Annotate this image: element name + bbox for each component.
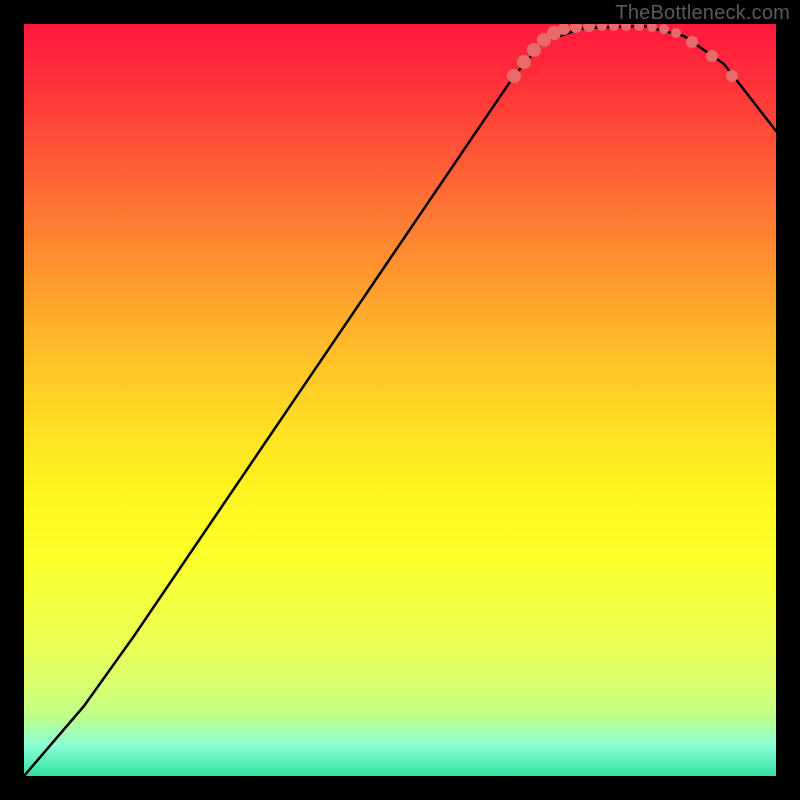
curve-marker	[507, 69, 521, 83]
curve-marker	[597, 24, 607, 31]
curve-marker	[621, 24, 631, 31]
curve-marker	[686, 36, 698, 48]
marker-layer	[507, 24, 738, 83]
curve-marker	[527, 43, 541, 57]
curve-marker	[659, 24, 669, 34]
curve-marker	[647, 24, 657, 32]
curve-marker	[726, 70, 738, 82]
curve-marker	[517, 55, 531, 69]
curve-marker	[634, 24, 644, 31]
curve-marker	[583, 24, 595, 32]
chart-svg	[24, 24, 776, 776]
curve-path	[24, 26, 776, 776]
curve-marker	[609, 24, 619, 31]
plot-area	[24, 24, 776, 776]
curve-layer	[24, 26, 776, 776]
watermark-text: TheBottleneck.com	[615, 2, 790, 25]
curve-marker	[706, 50, 718, 62]
chart-stage: TheBottleneck.com	[0, 0, 800, 800]
curve-marker	[671, 28, 681, 38]
